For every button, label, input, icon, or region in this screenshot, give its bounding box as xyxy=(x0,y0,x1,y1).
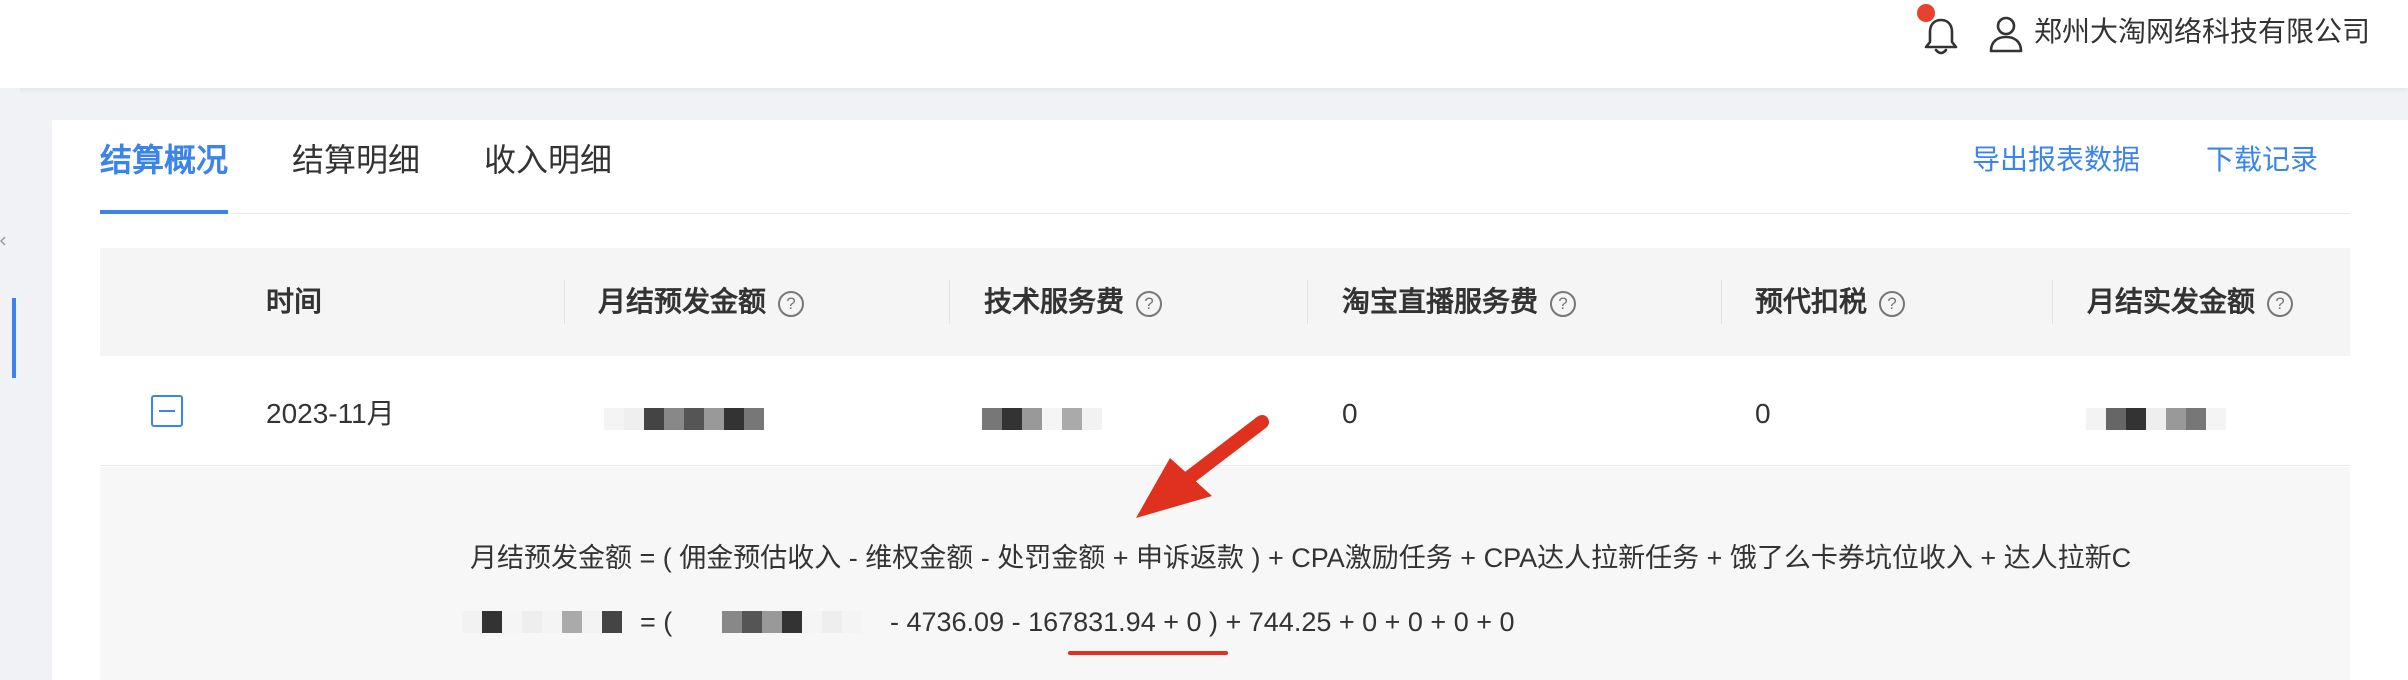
company-name[interactable]: 郑州大淘网络科技有限公司 xyxy=(2034,12,2370,52)
column-separator xyxy=(1307,280,1308,324)
column-header-tech-fee: 技术服务费? xyxy=(984,282,1163,322)
help-icon[interactable]: ? xyxy=(2267,291,2294,317)
cell-withheld-tax: 0 xyxy=(1755,398,1771,429)
highlight-underline xyxy=(1068,651,1228,655)
formula-text: 月结预发金额 = ( 佣金预估收入 - 维权金额 - 处罚金额 + 申诉返款 )… xyxy=(470,543,2132,573)
annotation-arrow-icon xyxy=(1136,415,1269,518)
chevron-left-icon[interactable] xyxy=(0,236,6,246)
formula-values-open: = ( xyxy=(640,607,673,637)
user-icon[interactable] xyxy=(1988,14,2024,54)
tab-settlement-overview[interactable]: 结算概况 xyxy=(100,138,228,182)
table-header xyxy=(100,248,2350,356)
column-header-monthly-actual: 月结实发金额? xyxy=(2087,282,2294,322)
formula-values-tail: - 4736.09 - 167831.94 + 0 ) + 744.25 + 0… xyxy=(890,607,1515,637)
help-icon[interactable]: ? xyxy=(778,291,805,317)
redacted-monthly-actual xyxy=(2086,408,2226,430)
redacted-tech-fee xyxy=(982,408,1102,430)
cell-live-service-fee: 0 xyxy=(1342,398,1358,429)
redacted-value xyxy=(722,611,862,633)
download-records-link[interactable]: 下载记录 xyxy=(2206,140,2318,180)
redacted-monthly-advance xyxy=(604,408,764,430)
sidebar-collapsed xyxy=(0,88,20,680)
column-separator xyxy=(1721,280,1722,324)
column-separator xyxy=(949,280,950,324)
help-icon[interactable]: ? xyxy=(1550,291,1577,317)
column-header-live-service-fee: 淘宝直播服务费? xyxy=(1342,282,1577,322)
redacted-value xyxy=(462,611,622,633)
column-separator xyxy=(2052,280,2053,324)
column-header-monthly-advance: 月结预发金额? xyxy=(598,282,805,322)
help-icon[interactable]: ? xyxy=(1879,291,1906,317)
column-header-time: 时间 xyxy=(266,286,323,317)
help-icon[interactable]: ? xyxy=(1136,291,1163,317)
tab-income-details[interactable]: 收入明细 xyxy=(484,138,612,182)
tab-settlement-details[interactable]: 结算明细 xyxy=(292,138,420,182)
export-report-link[interactable]: 导出报表数据 xyxy=(1972,140,2140,180)
bell-icon[interactable] xyxy=(1918,12,1964,58)
tabs-divider xyxy=(100,213,2350,214)
column-header-withheld-tax: 预代扣税? xyxy=(1755,282,1906,322)
cell-time: 2023-11月 xyxy=(266,398,395,429)
collapse-row-button[interactable] xyxy=(151,395,183,427)
active-tab-indicator xyxy=(100,210,228,214)
column-separator xyxy=(564,280,565,324)
sidebar-active-indicator xyxy=(12,298,16,378)
